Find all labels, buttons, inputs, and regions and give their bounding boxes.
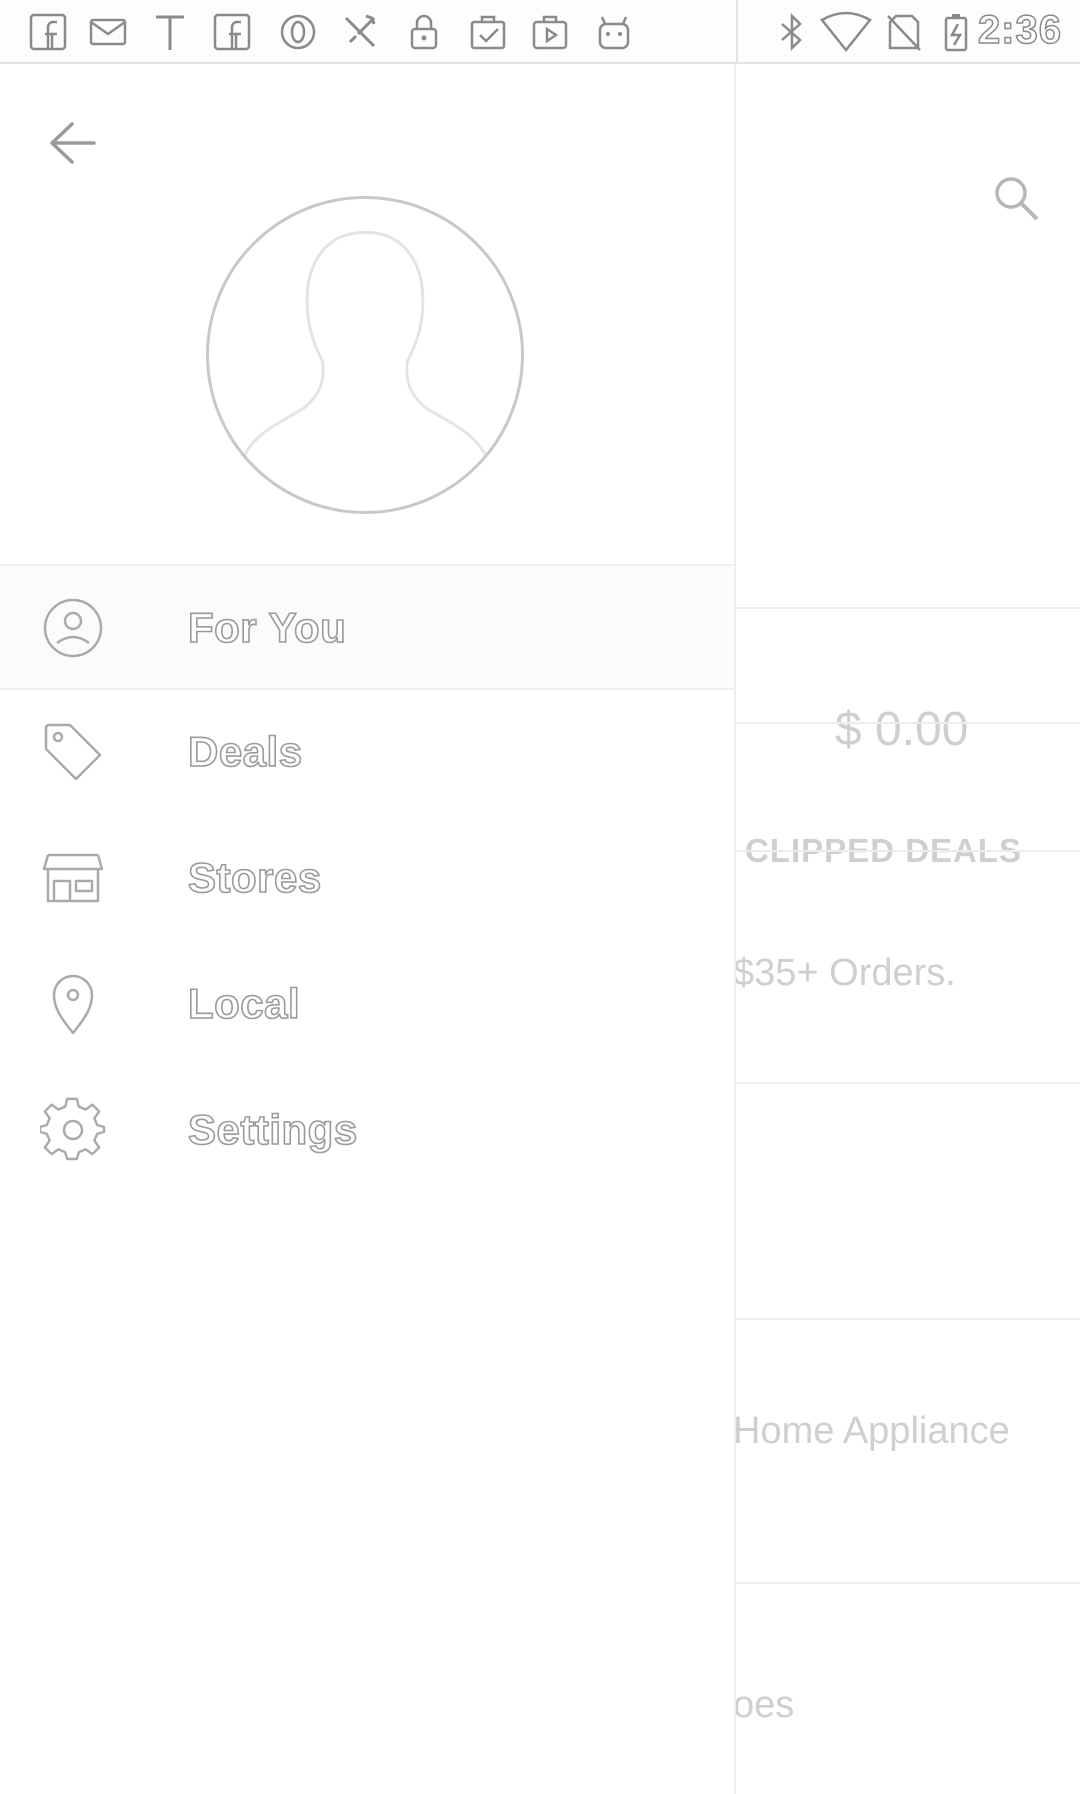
circle-o-icon [276,10,320,54]
battery-charging-icon [934,10,978,54]
divider [734,1582,1080,1584]
phone-screen: 2:36 $ 0.00 CLIPPED DEALS $35+ Orders. H… [0,0,1080,1794]
tools-icon [338,10,382,54]
arrow-back-icon [50,122,96,164]
back-button[interactable] [40,110,106,176]
avatar[interactable] [206,196,524,514]
drawer-item-label: Stores [187,853,322,902]
drawer-item-stores[interactable]: Stores [0,816,734,942]
divider [734,850,1080,852]
storefront-icon [40,845,106,911]
text-t-icon [148,10,192,54]
deal-text[interactable]: oes [733,1684,794,1727]
lock-icon [402,10,446,54]
tag-icon [40,719,106,785]
status-bar: 2:36 [0,0,1080,64]
email-icon [86,10,130,54]
drawer-item-local[interactable]: Local [0,942,734,1068]
drawer-item-label: Deals [187,727,303,776]
account-circle-icon [40,595,106,661]
clipped-amount: $ 0.00 [835,703,969,756]
status-divider [736,0,738,62]
gear-icon [38,1097,106,1163]
wifi-icon [820,10,872,54]
navigation-drawer: For You Deals Stores Local Settings [0,62,736,1794]
no-sim-icon [882,10,926,54]
drawer-menu: For You Deals Stores Local Settings [0,564,734,1194]
divider [734,1082,1080,1084]
status-time: 2:36 [977,7,1062,53]
deal-text[interactable]: $35+ Orders. [733,952,956,995]
drawer-item-label: Local [187,979,301,1028]
bluetooth-icon [770,10,814,54]
clipboard-check-icon [466,10,510,54]
location-pin-icon [40,971,106,1037]
play-store-icon [528,10,572,54]
search-icon[interactable] [990,172,1042,224]
drawer-item-label: Settings [187,1105,358,1154]
person-silhouette-icon [242,230,488,457]
divider [734,1318,1080,1320]
deal-text[interactable]: Home Appliance [733,1410,1010,1453]
divider [734,722,1080,724]
facebook-icon [26,10,70,54]
facebook-icon [210,10,254,54]
drawer-item-deals[interactable]: Deals [0,690,734,816]
divider [734,607,1080,609]
drawer-item-settings[interactable]: Settings [0,1068,734,1194]
drawer-item-label: For You [187,603,347,652]
drawer-item-for-you[interactable]: For You [0,564,734,690]
android-icon [592,10,636,54]
